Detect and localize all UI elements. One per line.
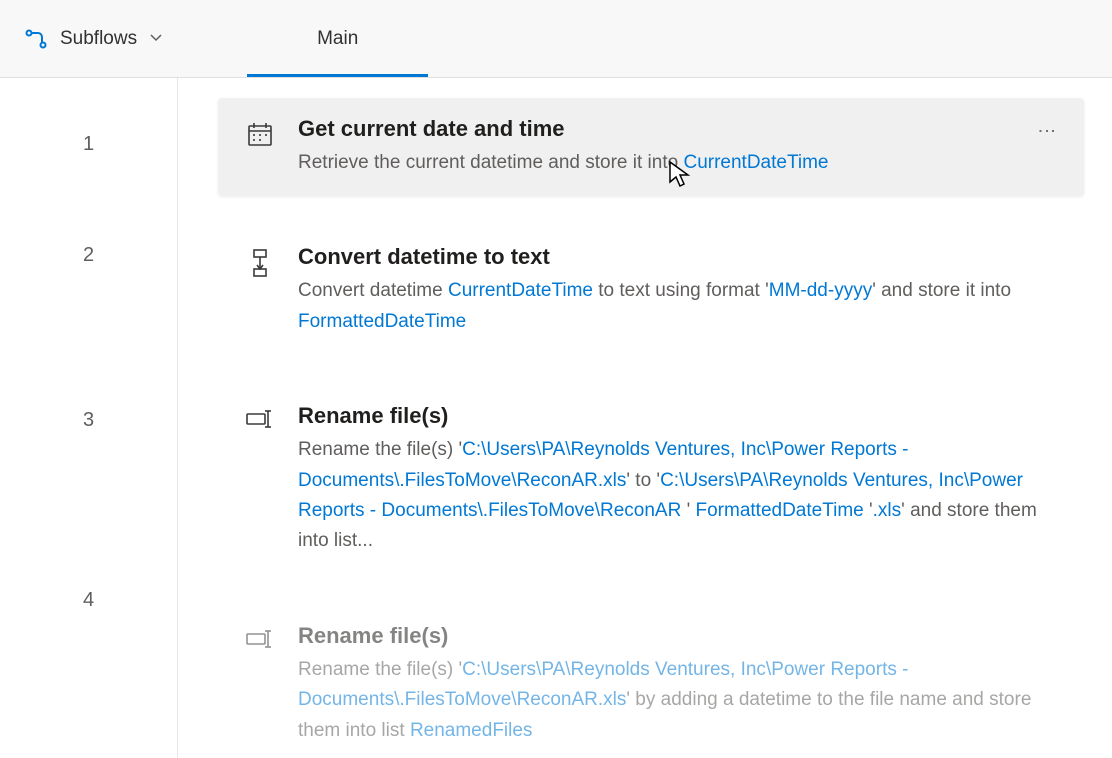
step-title: Convert datetime to text	[298, 244, 1062, 270]
top-bar: Subflows Main	[0, 0, 1112, 78]
variable-token[interactable]: FormattedDateTime	[696, 500, 864, 521]
variable-token[interactable]: RenamedFiles	[410, 720, 533, 741]
rename-icon	[240, 627, 280, 649]
line-number: 1	[0, 98, 177, 190]
variable-token[interactable]: CurrentDateTime	[448, 280, 593, 301]
step-row[interactable]: Convert datetime to text Convert datetim…	[218, 226, 1084, 355]
description-text: Convert datetime	[298, 280, 448, 301]
step-description: Rename the file(s) 'C:\Users\PA\Reynolds…	[298, 435, 1062, 557]
step-body: Rename file(s) Rename the file(s) 'C:\Us…	[298, 403, 1062, 557]
step-description: Convert datetime CurrentDateTime to text…	[298, 276, 1062, 337]
steps-list: Get current date and time Retrieve the c…	[178, 78, 1112, 758]
step-title: Get current date and time	[298, 116, 1032, 142]
line-number: 3	[0, 320, 177, 520]
content-area: 1 2 3 4 Get current date	[0, 78, 1112, 758]
convert-icon	[240, 248, 280, 278]
step-row[interactable]: Rename file(s) Rename the file(s) 'C:\Us…	[218, 385, 1084, 575]
subflows-icon	[24, 27, 48, 51]
literal-token: .xls	[873, 500, 902, 521]
calendar-icon	[240, 120, 280, 148]
step-body: Get current date and time Retrieve the c…	[298, 116, 1032, 178]
description-text: ' to '	[626, 470, 660, 491]
step-title: Rename file(s)	[298, 623, 1062, 649]
chevron-down-icon	[149, 28, 163, 50]
more-actions-button[interactable]: ⋮	[1032, 122, 1062, 142]
variable-token[interactable]: CurrentDateTime	[683, 152, 828, 173]
description-text: Retrieve the current datetime and store …	[298, 152, 683, 173]
literal-token: MM-dd-yyyy	[769, 280, 872, 301]
line-number: 4	[0, 520, 177, 680]
step-row[interactable]: Rename file(s) Rename the file(s) 'C:\Us…	[218, 605, 1084, 758]
description-text: '	[687, 500, 696, 521]
description-text: Rename the file(s) '	[298, 439, 462, 460]
tab-main[interactable]: Main	[247, 0, 428, 77]
description-text: Rename the file(s) '	[298, 659, 462, 680]
tab-label: Main	[317, 28, 358, 50]
line-number: 2	[0, 190, 177, 320]
description-text: ' and store it into	[872, 280, 1011, 301]
description-text: '	[864, 500, 873, 521]
step-description: Retrieve the current datetime and store …	[298, 148, 1032, 178]
rename-icon	[240, 407, 280, 429]
step-row[interactable]: Get current date and time Retrieve the c…	[218, 98, 1084, 196]
variable-token[interactable]: FormattedDateTime	[298, 311, 466, 332]
step-title: Rename file(s)	[298, 403, 1062, 429]
step-body: Convert datetime to text Convert datetim…	[298, 244, 1062, 337]
subflows-label: Subflows	[60, 28, 137, 50]
step-description: Rename the file(s) 'C:\Users\PA\Reynolds…	[298, 655, 1062, 746]
description-text: to text using format '	[593, 280, 769, 301]
step-body: Rename file(s) Rename the file(s) 'C:\Us…	[298, 623, 1062, 746]
subflows-dropdown[interactable]: Subflows	[0, 0, 187, 77]
line-number-gutter: 1 2 3 4	[0, 78, 178, 758]
tab-strip: Main	[247, 0, 428, 77]
